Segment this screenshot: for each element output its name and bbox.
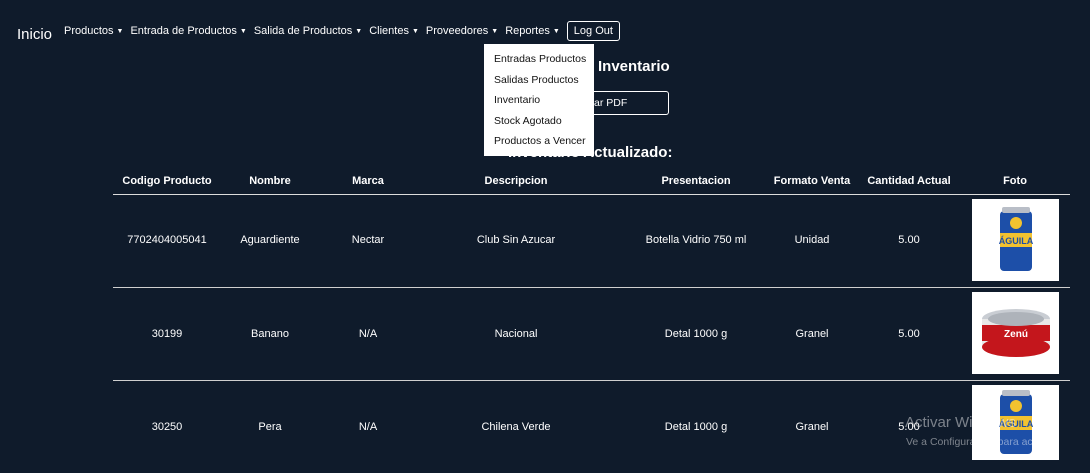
nav-label: Productos (64, 25, 114, 37)
header-cantidad: Cantidad Actual (867, 175, 951, 187)
dropdown-item-stock-agotado[interactable]: Stock Agotado (484, 111, 594, 132)
export-pdf-label: ar PDF (594, 97, 628, 109)
header-codigo: Codigo Producto (122, 175, 212, 187)
caret-down-icon: ▼ (491, 27, 499, 35)
header-descripcion: Descripcion (484, 175, 548, 187)
dropdown-item-inventario[interactable]: Inventario (484, 90, 594, 111)
reportes-dropdown: Entradas Productos Salidas Productos Inv… (484, 44, 594, 156)
nav-entrada-productos[interactable]: Entrada de Productos ▼ (130, 25, 246, 37)
dropdown-item-entradas[interactable]: Entradas Productos (484, 49, 594, 70)
caret-down-icon: ▼ (239, 27, 247, 35)
cell-descripcion: Chilena Verde (481, 421, 551, 433)
tuna-tin-image: Zenú (981, 309, 1050, 357)
cell-cantidad: 5.00 (898, 234, 920, 246)
cell-presentacion: Detal 1000 g (664, 328, 728, 340)
nav-productos[interactable]: Productos ▼ (64, 25, 123, 37)
activation-watermark-title: Activar Windows (905, 414, 1016, 431)
nav-label: Proveedores (425, 25, 489, 37)
page-title: Inventario (598, 58, 670, 75)
caret-down-icon: ▼ (355, 27, 363, 35)
cell-presentacion: Botella Vidrio 750 ml (645, 234, 747, 246)
dropdown-item-productos-vencer[interactable]: Productos a Vencer (484, 131, 594, 152)
header-nombre: Nombre (249, 175, 291, 187)
cell-cantidad: 5.00 (898, 328, 920, 340)
cell-nombre: Banano (251, 328, 289, 340)
nav-label: Entrada de Productos (130, 25, 237, 37)
activation-watermark-text: Ve a Configuración para activar (906, 436, 1053, 448)
nav-label: Clientes (369, 25, 409, 37)
cell-marca: N/A (358, 421, 378, 433)
caret-down-icon: ▼ (411, 27, 419, 35)
cell-codigo: 7702404005041 (127, 234, 207, 246)
cell-nombre: Pera (258, 421, 282, 433)
cell-marca: Nectar (351, 234, 385, 246)
cell-presentacion: Detal 1000 g (664, 421, 728, 433)
header-marca: Marca (352, 175, 384, 187)
cell-descripcion: Nacional (494, 328, 538, 340)
product-photo: Zenú (972, 292, 1059, 374)
export-pdf-button[interactable]: ar PDF (594, 91, 669, 115)
caret-down-icon: ▼ (116, 27, 124, 35)
table-row: 30199 Banano N/A Nacional Detal 1000 g G… (113, 287, 1070, 381)
cell-codigo: 30250 (151, 421, 183, 433)
brand-link[interactable]: Inicio (17, 26, 52, 43)
cell-codigo: 30199 (151, 328, 183, 340)
cell-marca: N/A (358, 328, 378, 340)
nav-menu: Productos ▼ Entrada de Productos ▼ Salida … (64, 21, 627, 41)
caret-down-icon: ▼ (552, 27, 560, 35)
table-header: Codigo Producto Nombre Marca Descripcion… (113, 170, 1070, 195)
logout-button[interactable]: Log Out (566, 21, 620, 41)
header-presentacion: Presentacion (661, 175, 731, 187)
header-formato: Formato Venta (773, 175, 851, 187)
cell-nombre: Aguardiente (240, 234, 300, 246)
dropdown-item-salidas[interactable]: Salidas Productos (484, 70, 594, 91)
cell-descripcion: Club Sin Azucar (476, 234, 556, 246)
cell-formato: Granel (795, 421, 829, 433)
nav-salida-productos[interactable]: Salida de Productos ▼ (254, 25, 362, 37)
beer-can-image: ÁGUILA (998, 207, 1033, 271)
table-row: 7702404005041 Aguardiente Nectar Club Si… (113, 194, 1070, 288)
nav-label: Salida de Productos (253, 25, 353, 37)
can-brand-label: ÁGUILA (998, 236, 1033, 246)
header-foto: Foto (1003, 175, 1027, 187)
nav-label: Reportes (505, 25, 550, 37)
cell-formato: Granel (795, 328, 829, 340)
tin-brand-label: Zenú (1004, 329, 1028, 340)
nav-reportes[interactable]: Reportes ▼ (505, 25, 560, 37)
nav-clientes[interactable]: Clientes ▼ (369, 25, 419, 37)
nav-proveedores[interactable]: Proveedores ▼ (426, 25, 498, 37)
product-photo: ÁGUILA (972, 199, 1059, 281)
cell-formato: Unidad (794, 234, 830, 246)
